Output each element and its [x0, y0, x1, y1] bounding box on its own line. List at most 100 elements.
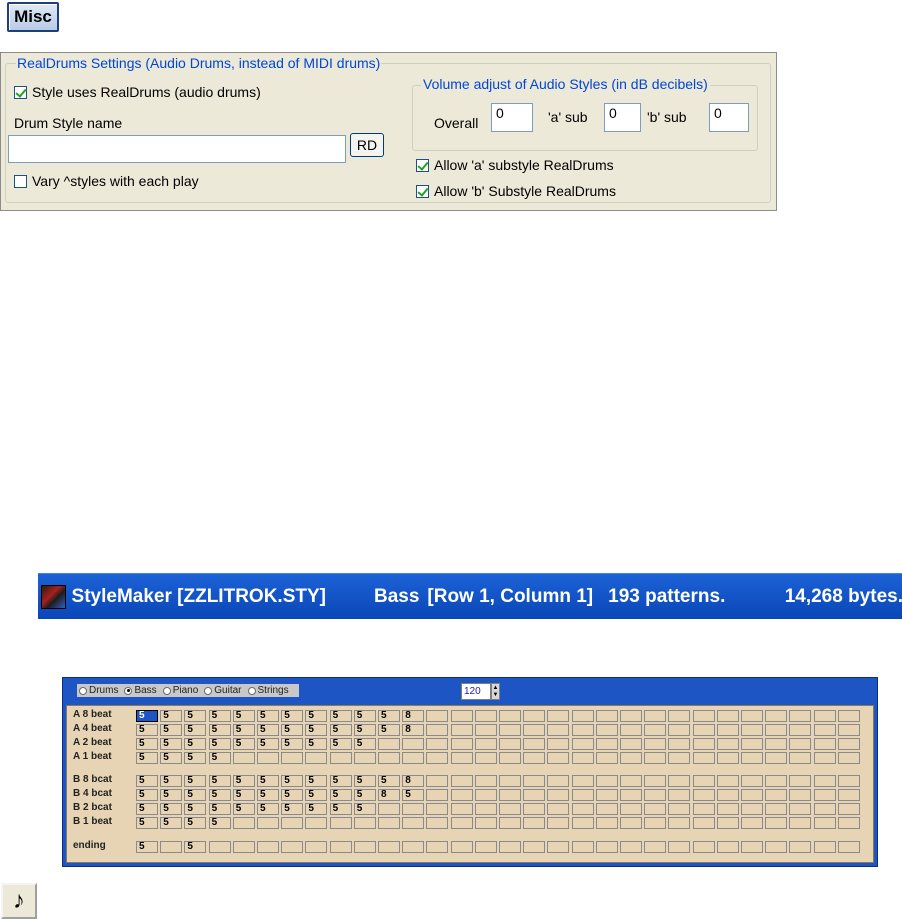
pattern-cell[interactable] [305, 817, 328, 829]
pattern-cell[interactable] [499, 803, 521, 815]
pattern-cell[interactable] [281, 841, 304, 853]
pattern-cell[interactable] [620, 775, 642, 787]
pattern-cell[interactable] [765, 724, 788, 736]
pattern-cell[interactable] [426, 752, 449, 764]
pattern-cell[interactable]: 5 [305, 789, 328, 801]
pattern-cell[interactable] [523, 789, 546, 801]
pattern-cell[interactable] [571, 752, 594, 764]
pattern-cell[interactable] [378, 803, 400, 815]
pattern-cell[interactable] [813, 775, 836, 787]
pattern-cell[interactable] [547, 789, 570, 801]
pattern-cell[interactable] [644, 724, 667, 736]
pattern-cell[interactable]: 5 [281, 710, 304, 722]
pattern-cell[interactable]: 5 [305, 803, 328, 815]
pattern-cell[interactable] [499, 710, 521, 722]
pattern-cell[interactable] [716, 752, 739, 764]
pattern-cell[interactable] [450, 724, 473, 736]
pattern-cell[interactable] [620, 724, 642, 736]
pattern-cell[interactable] [837, 817, 860, 829]
pattern-cell[interactable] [523, 803, 546, 815]
pattern-cell[interactable] [547, 752, 570, 764]
pattern-cell[interactable] [765, 789, 788, 801]
pattern-cell[interactable]: 8 [402, 775, 425, 787]
pattern-cell[interactable] [232, 752, 255, 764]
pattern-cell[interactable] [644, 817, 667, 829]
pattern-cell[interactable]: 5 [378, 710, 400, 722]
pattern-cell[interactable] [450, 841, 473, 853]
overall-input[interactable]: 0 [491, 103, 533, 132]
pattern-cell[interactable]: 5 [208, 789, 231, 801]
radio-drums[interactable]: Drums [79, 685, 118, 696]
pattern-cell[interactable] [741, 724, 763, 736]
pattern-cell[interactable] [716, 841, 739, 853]
pattern-cell[interactable]: 5 [353, 775, 376, 787]
pattern-cell[interactable] [450, 752, 473, 764]
pattern-cell[interactable]: 5 [208, 817, 231, 829]
pattern-cell[interactable] [668, 724, 691, 736]
pattern-cell[interactable] [474, 803, 497, 815]
pattern-cell[interactable] [668, 738, 691, 750]
pattern-cell[interactable]: 5 [329, 710, 352, 722]
pattern-cell[interactable] [837, 724, 860, 736]
pattern-cell[interactable]: 5 [257, 789, 279, 801]
pattern-cell[interactable] [813, 841, 836, 853]
pattern-cell[interactable] [281, 817, 304, 829]
pattern-cell[interactable]: 5 [232, 724, 255, 736]
pattern-cell[interactable] [474, 724, 497, 736]
pattern-cell[interactable] [692, 738, 715, 750]
pattern-cell[interactable] [765, 710, 788, 722]
pattern-cell[interactable] [474, 789, 497, 801]
pattern-cell[interactable] [765, 752, 788, 764]
pattern-cell[interactable]: 5 [305, 710, 328, 722]
pattern-cell[interactable] [620, 841, 642, 853]
pattern-cell[interactable] [523, 710, 546, 722]
pattern-cell[interactable] [837, 738, 860, 750]
pattern-cell[interactable] [644, 738, 667, 750]
pattern-cell[interactable] [741, 775, 763, 787]
pattern-cell[interactable] [837, 752, 860, 764]
pattern-cell[interactable] [426, 817, 449, 829]
pattern-cell[interactable]: 5 [160, 724, 183, 736]
pattern-cell[interactable]: 5 [378, 724, 400, 736]
pattern-cell[interactable] [547, 817, 570, 829]
pattern-cell[interactable] [305, 752, 328, 764]
pattern-cell[interactable] [353, 817, 376, 829]
pattern-cell[interactable]: 5 [160, 817, 183, 829]
pattern-cell[interactable]: 5 [353, 803, 376, 815]
pattern-cell[interactable] [571, 841, 594, 853]
pattern-cell[interactable] [644, 710, 667, 722]
pattern-cell[interactable] [644, 841, 667, 853]
pattern-cell[interactable] [499, 789, 521, 801]
pattern-cell[interactable]: 5 [184, 789, 207, 801]
pattern-cell[interactable]: 5 [184, 841, 207, 853]
pattern-cell[interactable] [426, 738, 449, 750]
pattern-cell[interactable] [353, 752, 376, 764]
pattern-cell[interactable] [741, 817, 763, 829]
pattern-cell[interactable]: 5 [160, 752, 183, 764]
pattern-cell[interactable] [692, 752, 715, 764]
rd-button[interactable]: RD [350, 133, 384, 157]
pattern-cell[interactable]: 5 [281, 738, 304, 750]
pattern-cell[interactable] [378, 817, 400, 829]
pattern-cell[interactable] [547, 841, 570, 853]
pattern-cell[interactable] [499, 841, 521, 853]
pattern-cell[interactable] [644, 803, 667, 815]
spin-down-icon[interactable]: ▼ [493, 692, 499, 698]
pattern-cell[interactable] [305, 841, 328, 853]
pattern-cell[interactable]: 5 [353, 710, 376, 722]
pattern-cell[interactable]: 5 [136, 752, 158, 764]
pattern-cell[interactable] [789, 803, 812, 815]
pattern-cell[interactable] [765, 817, 788, 829]
pattern-cell[interactable] [595, 817, 618, 829]
radio-piano[interactable]: Piano [162, 685, 198, 696]
pattern-cell[interactable]: 5 [305, 724, 328, 736]
pattern-cell[interactable] [257, 752, 279, 764]
pattern-cell[interactable] [595, 710, 618, 722]
pattern-cell[interactable]: 5 [184, 724, 207, 736]
pattern-cell[interactable] [329, 752, 352, 764]
pattern-cell[interactable] [813, 789, 836, 801]
pattern-cell[interactable]: 5 [208, 752, 231, 764]
pattern-cell[interactable] [450, 817, 473, 829]
pattern-cell[interactable] [257, 817, 279, 829]
pattern-cell[interactable] [257, 841, 279, 853]
